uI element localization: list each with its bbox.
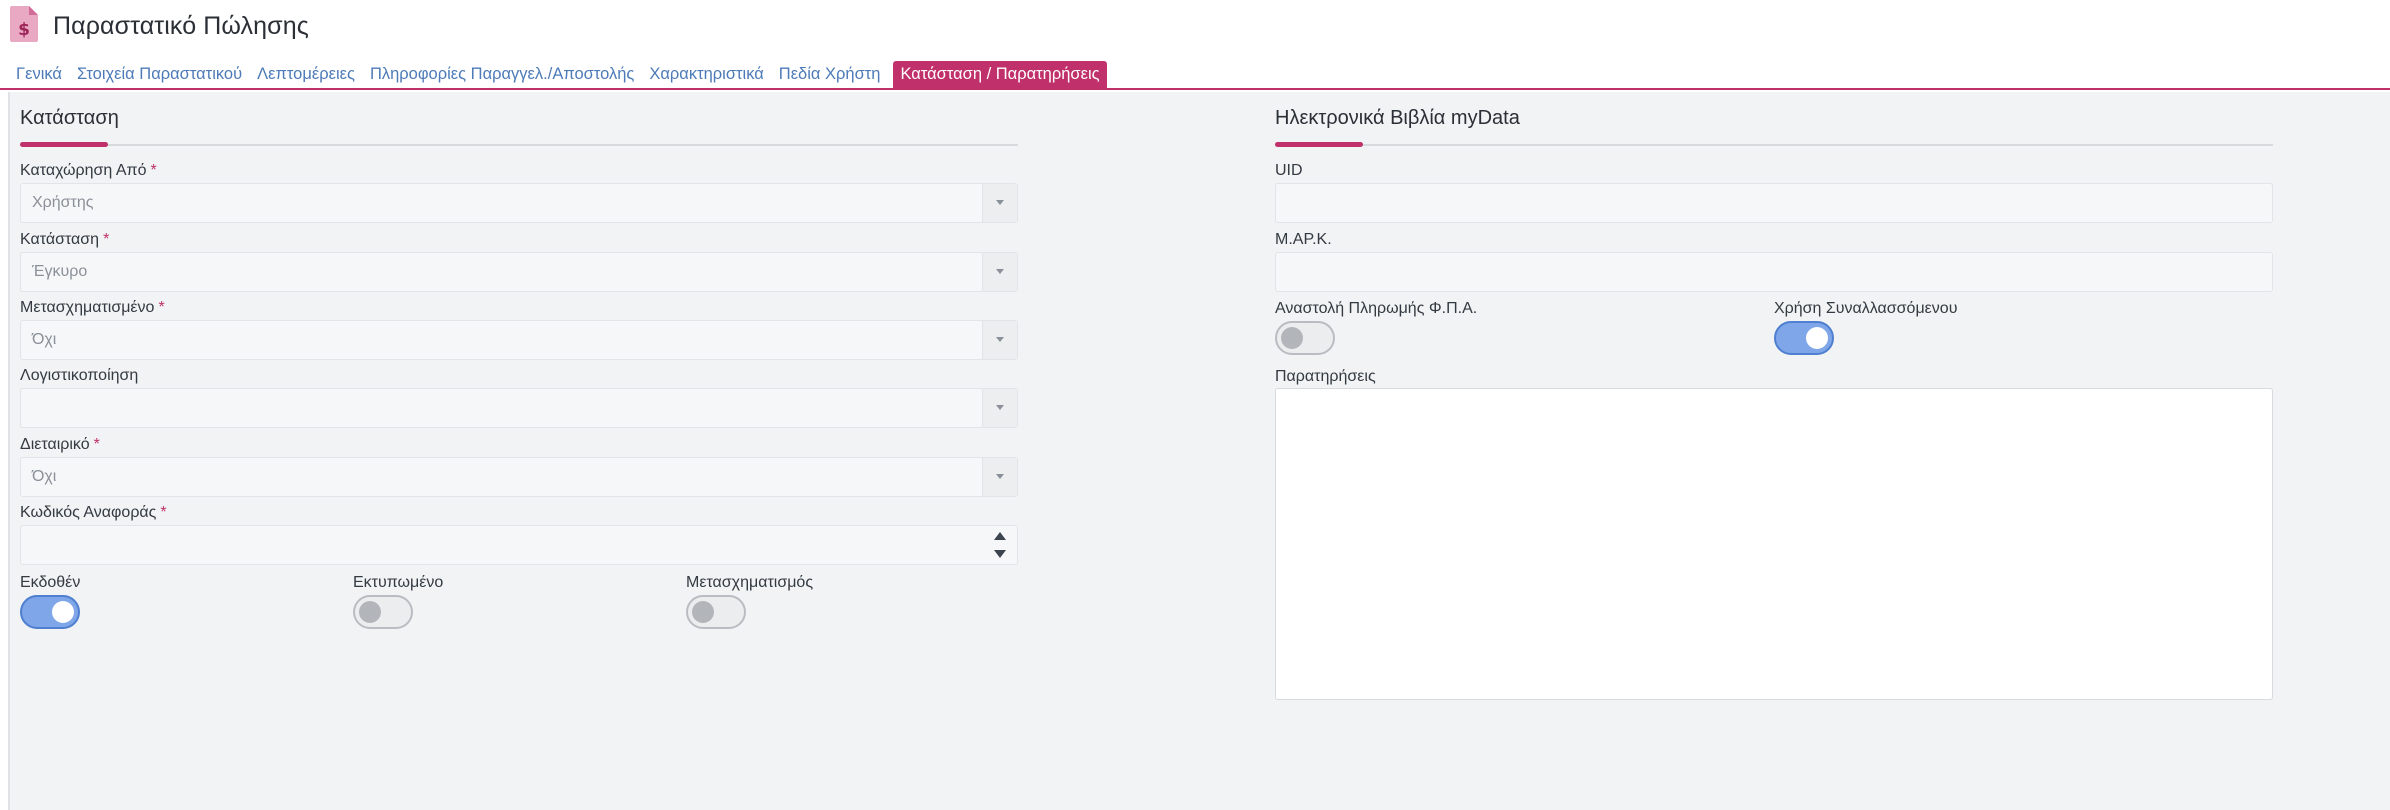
- vat-suspension-toggle[interactable]: [1275, 321, 1335, 355]
- status-section-divider: [20, 142, 1018, 147]
- tab-document-details[interactable]: Στοιχεία Παραστατικού: [69, 61, 249, 88]
- transformation-label: Μετασχηματισμός: [686, 574, 814, 591]
- number-spinner[interactable]: [982, 526, 1017, 564]
- tab-order-shipping[interactable]: Πληροφορίες Παραγγελ./Αποστολής: [362, 61, 641, 88]
- page-title: Παραστατικό Πώλησης: [53, 12, 309, 40]
- chevron-down-icon: [996, 200, 1004, 205]
- svg-text:$: $: [18, 20, 30, 40]
- dropdown-toggle[interactable]: [982, 458, 1017, 496]
- use-counterparty-toggle[interactable]: [1774, 321, 1834, 355]
- accounting-select[interactable]: [20, 388, 1018, 428]
- vat-suspension-label: Αναστολή Πληρωμής Φ.Π.Α.: [1275, 300, 1478, 317]
- chevron-down-icon: [996, 474, 1004, 479]
- section-accent-bar: [1275, 142, 1363, 147]
- transformation-toggle[interactable]: [686, 595, 746, 629]
- reference-code-input[interactable]: [20, 525, 1018, 565]
- tab-line-details[interactable]: Λεπτομέρειες: [249, 61, 362, 88]
- registered-by-label: Καταχώρηση Από *: [20, 162, 157, 179]
- page-header: $ Παραστατικό Πώλησης: [0, 0, 2390, 60]
- registered-by-select[interactable]: Χρήστης: [20, 183, 1018, 223]
- notes-label: Παρατηρήσεις: [1275, 368, 1376, 385]
- intercompany-select[interactable]: Όχι: [20, 457, 1018, 497]
- issued-label: Εκδοθέν: [20, 574, 81, 591]
- notes-textarea[interactable]: [1275, 388, 2273, 700]
- invoice-dollar-icon: $: [10, 6, 38, 42]
- dropdown-toggle[interactable]: [982, 321, 1017, 359]
- section-accent-bar: [20, 142, 108, 147]
- arrow-up-icon[interactable]: [994, 532, 1006, 540]
- status-label: Κατάσταση *: [20, 231, 110, 248]
- reference-code-label: Κωδικός Αναφοράς *: [20, 504, 167, 521]
- mark-input[interactable]: [1275, 252, 2273, 292]
- toggle-knob: [52, 601, 74, 623]
- issued-toggle[interactable]: [20, 595, 80, 629]
- toggle-knob: [1281, 327, 1303, 349]
- arrow-down-icon[interactable]: [994, 550, 1006, 558]
- tab-bar: Γενικά Στοιχεία Παραστατικού Λεπτομέρειε…: [0, 61, 2390, 90]
- chevron-down-icon: [996, 405, 1004, 410]
- dropdown-toggle[interactable]: [982, 184, 1017, 222]
- toggle-knob: [359, 601, 381, 623]
- registered-by-value: Χρήστης: [32, 194, 94, 211]
- transformed-select[interactable]: Όχι: [20, 320, 1018, 360]
- use-counterparty-label: Χρήση Συναλλασσόμενου: [1774, 300, 1958, 317]
- dropdown-toggle[interactable]: [982, 253, 1017, 291]
- tab-general[interactable]: Γενικά: [8, 61, 69, 88]
- intercompany-value: Όχι: [32, 468, 57, 485]
- accounting-label: Λογιστικοποίηση: [20, 367, 139, 384]
- status-section-title: Κατάσταση: [20, 107, 119, 129]
- toggle-knob: [692, 601, 714, 623]
- form-body: Κατάσταση Καταχώρηση Από * Χρήστης Κατάστ…: [8, 92, 2390, 810]
- chevron-down-icon: [996, 337, 1004, 342]
- transformed-value: Όχι: [32, 331, 57, 348]
- uid-label: UID: [1275, 162, 1303, 179]
- toggle-knob: [1806, 327, 1828, 349]
- status-value: Έγκυρο: [32, 263, 88, 280]
- printed-label: Εκτυπωμένο: [353, 574, 444, 591]
- status-select[interactable]: Έγκυρο: [20, 252, 1018, 292]
- chevron-down-icon: [996, 269, 1004, 274]
- tab-status-notes[interactable]: Κατάσταση / Παρατηρήσεις: [893, 61, 1107, 88]
- uid-input[interactable]: [1275, 183, 2273, 223]
- printed-toggle[interactable]: [353, 595, 413, 629]
- intercompany-label: Διεταιρικό *: [20, 436, 100, 453]
- dropdown-toggle[interactable]: [982, 389, 1017, 427]
- tab-user-fields[interactable]: Πεδία Χρήστη: [771, 61, 888, 88]
- mark-label: Μ.ΑΡ.Κ.: [1275, 231, 1332, 248]
- mydata-section-title: Ηλεκτρονικά Βιβλία myData: [1275, 107, 1520, 129]
- tab-characteristics[interactable]: Χαρακτηριστικά: [641, 61, 770, 88]
- transformed-label: Μετασχηματισμένο *: [20, 299, 165, 316]
- mydata-section-divider: [1275, 142, 2273, 147]
